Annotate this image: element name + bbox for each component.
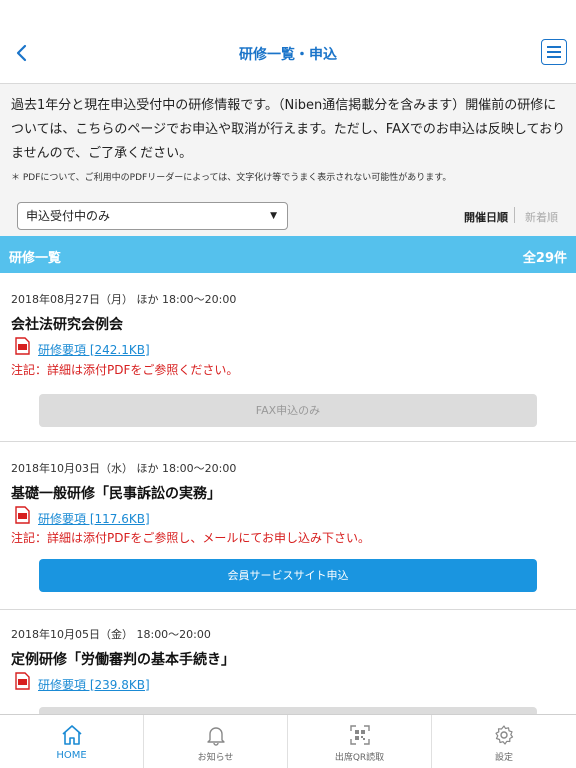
pdf-download-link[interactable]: 研修要項 [242.1KB] <box>38 341 150 358</box>
list-item: 2018年10月05日（金） 18:00〜20:00 定例研修「労働審判の基本手… <box>0 610 576 717</box>
tab-home[interactable]: HOME <box>0 715 144 768</box>
list-header-bar: 研修一覧 全29件 <box>0 236 576 273</box>
event-date: 2018年10月03日（水） ほか 18:00〜20:00 <box>11 462 237 475</box>
menu-line <box>547 51 561 53</box>
tab-qr-reader[interactable]: 出席QR読取 <box>288 715 432 768</box>
list-item: 2018年08月27日（月） ほか 18:00〜20:00 会社法研究会例会 研… <box>0 273 576 442</box>
event-title: 基礎一般研修「民事訴訟の実務」 <box>11 486 221 502</box>
sort-by-newest-link[interactable]: 新着順 <box>525 209 558 225</box>
event-title: 定例研修「労働審判の基本手続き」 <box>11 652 235 668</box>
dropdown-arrow-icon: ▼ <box>270 211 277 221</box>
tab-settings[interactable]: 設定 <box>432 715 576 768</box>
list-title: 研修一覧 <box>9 251 62 266</box>
pdf-download-link[interactable]: 研修要項 [239.8KB] <box>38 676 150 693</box>
event-title: 会社法研究会例会 <box>11 317 123 333</box>
tab-label: HOME <box>56 750 87 761</box>
event-date: 2018年10月05日（金） 18:00〜20:00 <box>11 628 211 641</box>
pdf-file-icon <box>15 337 30 355</box>
hamburger-menu-button[interactable] <box>541 39 567 65</box>
bottom-tab-bar: HOME お知らせ 出席QR読取 設定 <box>0 714 576 768</box>
filter-dropdown[interactable]: 申込受付中のみ ▼ <box>17 202 288 230</box>
list-item: 2018年10月03日（水） ほか 18:00〜20:00 基礎一般研修「民事訴… <box>0 442 576 610</box>
event-note: 注記：詳細は添付PDFをご参照し、メールにてお申し込み下さい。 <box>11 531 371 545</box>
event-note: 注記：詳細は添付PDFをご参照ください。 <box>11 363 239 377</box>
tab-label: お知らせ <box>197 753 234 763</box>
pdf-file-icon <box>15 672 30 690</box>
filter-value: 申込受付中のみ <box>26 209 111 223</box>
list-count: 全29件 <box>522 251 567 266</box>
member-site-apply-button[interactable]: 会員サービスサイト申込 <box>39 559 537 592</box>
pdf-download-link[interactable]: 研修要項 [117.6KB] <box>38 510 150 527</box>
sort-divider <box>514 207 515 223</box>
info-section: 過去1年分と現在申込受付中の研修情報です。（Niben通信掲載分を含みます）開催… <box>0 84 576 236</box>
tab-notifications[interactable]: お知らせ <box>144 715 288 768</box>
menu-line <box>547 56 561 58</box>
fax-only-button: FAX申込のみ <box>39 394 537 427</box>
app-header: 研修一覧・申込 <box>0 0 576 84</box>
tab-label: 出席QR読取 <box>334 753 385 763</box>
info-description: 過去1年分と現在申込受付中の研修情報です。（Niben通信掲載分を含みます）開催… <box>11 98 566 161</box>
gear-icon <box>495 725 514 745</box>
bell-icon <box>207 727 225 746</box>
menu-line <box>547 46 561 48</box>
home-icon <box>62 725 82 745</box>
tab-label: 設定 <box>494 753 513 763</box>
page-title: 研修一覧・申込 <box>239 47 337 63</box>
pdf-file-icon <box>15 506 30 524</box>
sort-by-date-link[interactable]: 開催日順 <box>464 209 508 225</box>
event-date: 2018年08月27日（月） ほか 18:00〜20:00 <box>11 293 237 306</box>
qr-icon <box>350 725 370 745</box>
pdf-notice: ＊ PDFについて、ご利用中のPDFリーダーによっては、文字化け等でうまく表示さ… <box>11 173 452 183</box>
